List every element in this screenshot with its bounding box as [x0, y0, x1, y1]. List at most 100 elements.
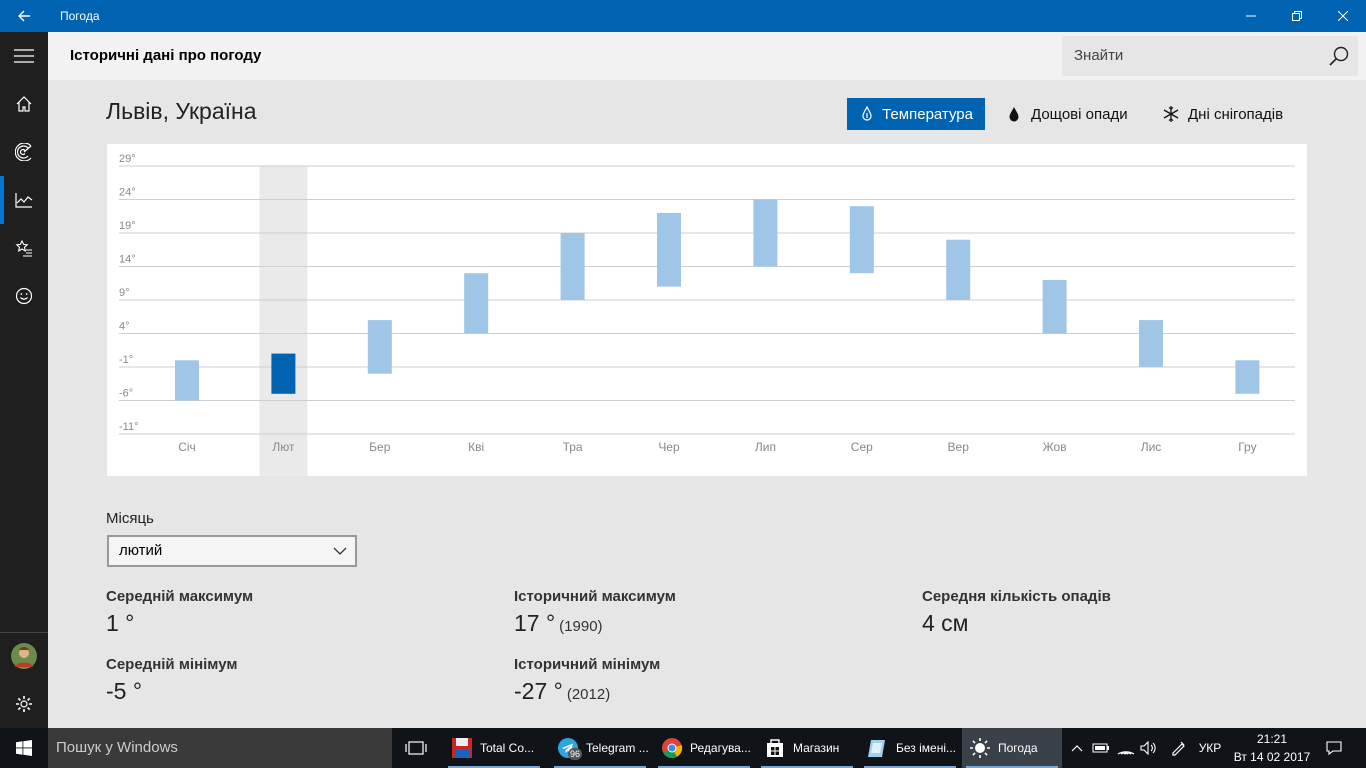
restore-icon — [1292, 11, 1302, 21]
taskbar-app-store[interactable]: Магазин — [757, 728, 857, 768]
taskbar: Пошук у Windows Total Co... 96 Telegram … — [0, 728, 1366, 768]
minimize-button[interactable] — [1228, 0, 1274, 32]
pen-tray-button[interactable] — [1166, 728, 1190, 768]
navigation-rail — [0, 32, 48, 728]
tab-temperature[interactable]: Температура — [847, 98, 985, 130]
record-min-value: -27 ° — [514, 678, 563, 704]
start-button[interactable] — [0, 728, 48, 768]
record-min-label: Історичний мінімум — [514, 656, 661, 673]
record-max-value: 17 ° — [514, 610, 556, 636]
raindrop-icon — [1005, 105, 1023, 123]
taskbar-app-label: Telegram ... — [586, 741, 649, 755]
minimize-icon — [1246, 15, 1256, 17]
tab-snow[interactable]: Дні снігопадів — [1162, 98, 1283, 130]
restore-button[interactable] — [1274, 0, 1320, 32]
account-button[interactable] — [0, 632, 48, 680]
taskbar-app-label: Магазин — [793, 741, 840, 755]
x-tick-label: Тра — [563, 440, 583, 454]
close-icon — [1338, 11, 1348, 21]
chrome-icon — [660, 736, 684, 760]
selected-month-column — [259, 166, 308, 476]
smiley-icon — [15, 287, 33, 305]
gear-icon — [16, 696, 32, 712]
temperature-chart-svg: 29° 24° 19° 14° 9° 4° -1° -6° -11° Січ Лют Бер Кві Тр… — [119, 153, 1295, 476]
avg-min-label: Середній мінімум — [106, 656, 238, 673]
network-tray-button[interactable] — [1114, 728, 1138, 768]
avg-max-value: 1 ° — [106, 610, 135, 636]
taskbar-app-telegram[interactable]: 96 Telegram ... — [550, 728, 650, 768]
temperature-range-bar — [271, 353, 296, 394]
pen-icon — [1172, 741, 1185, 756]
back-button[interactable] — [0, 0, 48, 32]
volume-tray-button[interactable] — [1138, 728, 1160, 768]
search-icon[interactable] — [1328, 45, 1350, 67]
y-tick-label: 29° — [119, 153, 136, 165]
star-list-icon — [15, 239, 32, 257]
nav-forecast[interactable] — [0, 80, 48, 128]
month-select[interactable]: лютий — [107, 535, 357, 567]
action-center-button[interactable] — [1318, 728, 1350, 768]
taskbar-app-chrome[interactable]: Редагува... — [654, 728, 754, 768]
taskbar-app-totalcommander[interactable]: Total Co... — [444, 728, 544, 768]
month-select-value: лютий — [119, 542, 163, 559]
x-tick-label: Лип — [755, 440, 776, 454]
record-max-label: Історичний максимум — [514, 588, 676, 605]
nav-maps[interactable] — [0, 128, 48, 176]
x-tick-label: Кві — [468, 440, 484, 454]
task-view-button[interactable] — [398, 728, 434, 768]
clock[interactable]: 21:21 Вт 14 02 2017 — [1232, 730, 1312, 766]
language-indicator[interactable]: УКР — [1194, 728, 1226, 768]
battery-tray-button[interactable] — [1090, 728, 1112, 768]
search-box[interactable]: Знайти — [1062, 36, 1358, 76]
taskbar-search-placeholder: Пошук у Windows — [56, 739, 178, 756]
show-hidden-icons-button[interactable] — [1066, 728, 1088, 768]
x-tick-label: Вер — [948, 440, 970, 454]
y-tick-label: -1° — [119, 354, 133, 366]
radar-icon — [15, 143, 32, 161]
temperature-range-bar — [849, 206, 874, 274]
temperature-range-bar — [1235, 360, 1260, 394]
hamburger-menu-button[interactable] — [0, 32, 48, 80]
location-title: Львів, Україна — [106, 98, 257, 124]
page-header: Історичні дані про погоду Знайти — [48, 32, 1366, 80]
wifi-icon — [1117, 751, 1135, 755]
nav-feedback[interactable] — [0, 272, 48, 320]
nav-favorites[interactable] — [0, 224, 48, 272]
paint-icon — [866, 736, 890, 760]
x-tick-label: Жов — [1043, 440, 1067, 454]
temperature-range-bar — [1139, 320, 1163, 367]
close-button[interactable] — [1320, 0, 1366, 32]
taskbar-app-weather[interactable]: Погода — [962, 728, 1062, 768]
window-title: Погода — [60, 9, 100, 23]
avg-min-value: -5 ° — [106, 678, 143, 704]
temperature-range-bar — [464, 273, 489, 334]
settings-button[interactable] — [0, 680, 48, 728]
taskbar-app-paint[interactable]: Без імені... — [860, 728, 960, 768]
temperature-range-bar — [1042, 279, 1067, 334]
battery-icon — [1092, 743, 1109, 753]
x-tick-label: Січ — [178, 440, 196, 454]
record-min-year: (2012) — [566, 686, 611, 703]
tab-rain[interactable]: Дощові опади — [1005, 98, 1128, 130]
record-max: 17 ° (1990) — [514, 610, 603, 637]
clock-time: 21:21 — [1256, 732, 1288, 746]
avg-precip-label: Середня кількість опадів — [922, 588, 1111, 605]
x-tick-label: Лют — [272, 440, 295, 454]
snowflake-icon — [1162, 105, 1180, 123]
search-input[interactable]: Знайти — [1074, 36, 1123, 76]
notification-icon — [1326, 741, 1342, 755]
record-max-year: (1990) — [559, 618, 603, 635]
avg-max-label: Середній максимум — [106, 588, 254, 605]
telegram-icon: 96 — [556, 736, 583, 760]
month-label: Місяць — [106, 510, 154, 527]
record-min: -27 ° (2012) — [514, 678, 610, 705]
chevron-down-icon — [333, 547, 347, 555]
taskbar-search[interactable]: Пошук у Windows — [48, 728, 392, 768]
back-arrow-icon — [18, 10, 30, 22]
title-bar: Погода — [0, 0, 1366, 32]
nav-historical-weather[interactable] — [0, 176, 48, 224]
page-title: Історичні дані про погоду — [70, 47, 262, 64]
thermometer-drop-icon — [859, 105, 874, 123]
hamburger-icon — [14, 49, 34, 63]
y-tick-label: -6° — [119, 388, 133, 400]
